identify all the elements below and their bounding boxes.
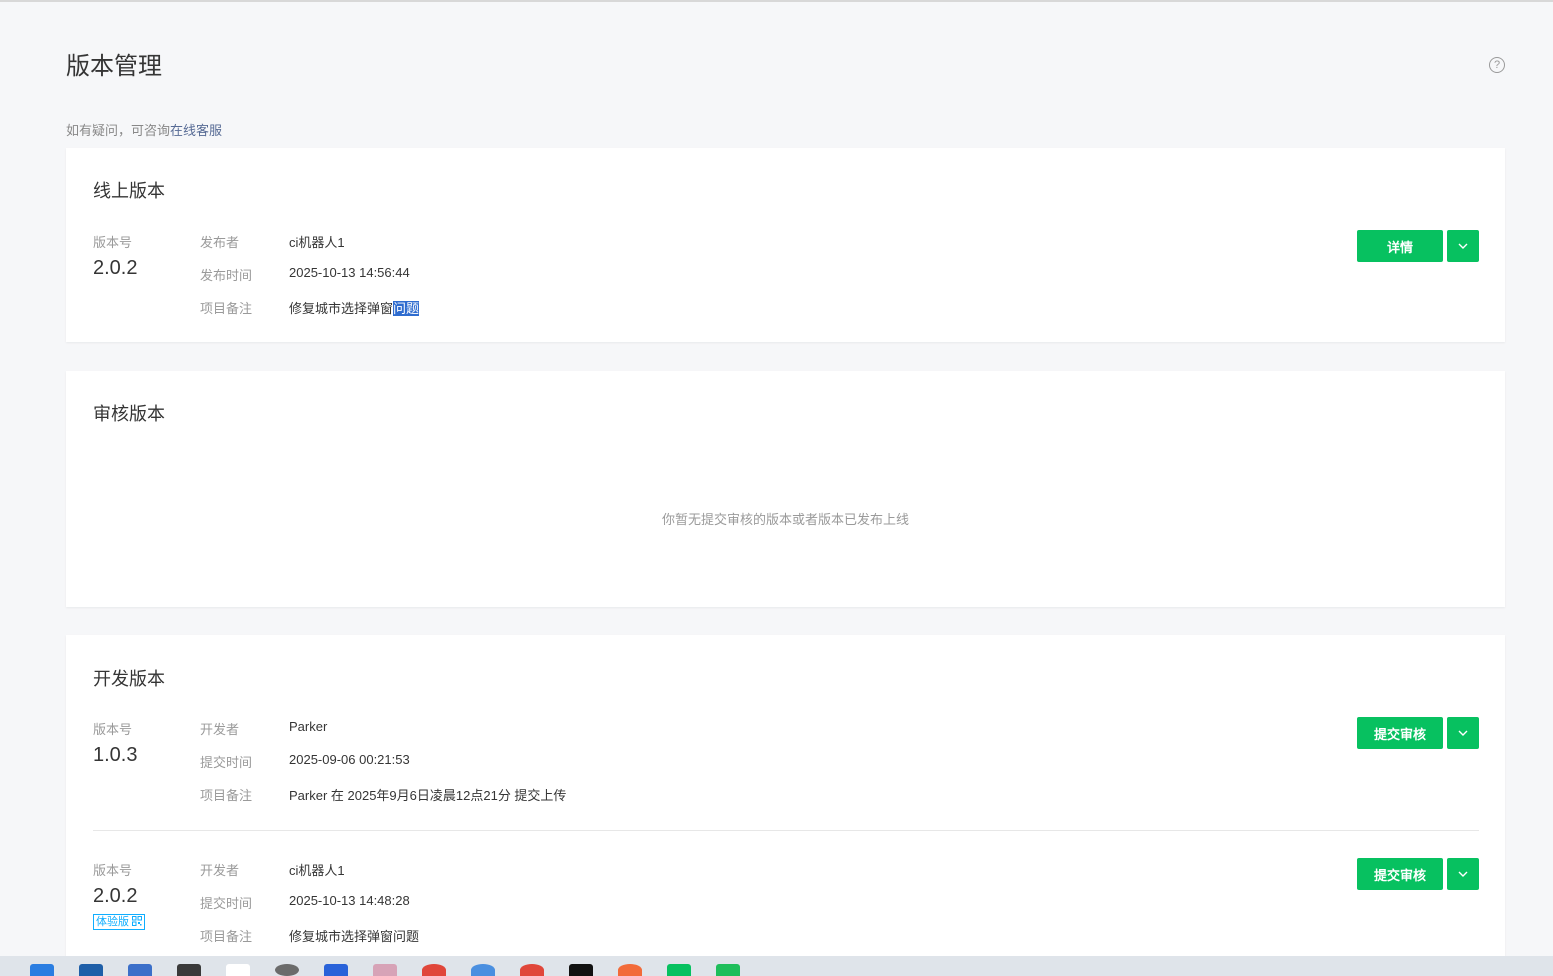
dev-version-card: 开发版本 版本号 1.0.3 开发者 Parker 提交时间 2025-09-0… <box>66 635 1505 976</box>
remark-value: 修复城市选择弹窗问题 <box>289 929 420 944</box>
developer-value: Parker <box>289 719 328 734</box>
publish-time-label: 发布时间 <box>200 268 253 283</box>
dev-version-title: 开发版本 <box>93 669 165 689</box>
remark-text: 修复城市选择弹窗 <box>289 301 394 316</box>
app-orange-icon[interactable] <box>618 964 642 976</box>
submit-review-button[interactable]: 提交审核 <box>1357 717 1443 749</box>
online-version-title: 线上版本 <box>93 181 165 201</box>
chevron-down-icon <box>1458 730 1468 736</box>
mail-icon[interactable] <box>79 964 103 976</box>
settings-icon[interactable] <box>275 964 299 976</box>
more-actions-button[interactable] <box>1447 717 1479 749</box>
qrcode-icon <box>132 916 143 926</box>
details-button[interactable]: 详情 <box>1357 230 1443 262</box>
version-label: 版本号 <box>93 235 133 250</box>
hint-prefix: 如有疑问，可咨询 <box>66 123 171 138</box>
store-icon[interactable] <box>226 964 250 976</box>
more-actions-button[interactable] <box>1447 858 1479 890</box>
app-icon[interactable] <box>177 964 201 976</box>
edge-icon[interactable] <box>30 964 54 976</box>
row-divider <box>93 830 1479 831</box>
online-support-link[interactable]: 在线客服 <box>170 123 222 138</box>
remark-value: Parker 在 2025年9月6日凌晨12点21分 提交上传 <box>289 788 567 803</box>
search-icon[interactable] <box>471 964 495 976</box>
git-icon[interactable] <box>373 964 397 976</box>
submit-time-label: 提交时间 <box>200 755 253 770</box>
chrome-icon[interactable] <box>422 964 446 976</box>
outlook-icon[interactable] <box>324 964 348 976</box>
trial-version-tag[interactable]: 体验版 <box>93 914 146 930</box>
chevron-down-icon <box>1458 871 1468 877</box>
chevron-down-icon <box>1458 243 1468 249</box>
app-green-icon[interactable] <box>716 964 740 976</box>
submit-time-label: 提交时间 <box>200 896 253 911</box>
submit-time-value: 2025-09-06 00:21:53 <box>289 752 410 767</box>
submit-time-value: 2025-10-13 14:48:28 <box>289 893 410 908</box>
remark-label: 项目备注 <box>200 301 253 316</box>
review-version-card: 审核版本 你暂无提交审核的版本或者版本已发布上线 <box>66 371 1505 607</box>
remark-value: 修复城市选择弹窗问题 <box>289 298 420 317</box>
version-label: 版本号 <box>93 863 133 878</box>
help-icon[interactable]: ? <box>1489 57 1505 73</box>
review-version-title: 审核版本 <box>93 404 165 424</box>
version-number: 2.0.2 <box>93 257 138 279</box>
remark-selected-text: 问题 <box>393 301 420 316</box>
chrome-alt-icon[interactable] <box>520 964 544 976</box>
developer-label: 开发者 <box>200 863 240 878</box>
tiktok-icon[interactable] <box>569 964 593 976</box>
remark-label: 项目备注 <box>200 929 253 944</box>
more-actions-button[interactable] <box>1447 230 1479 262</box>
version-label: 版本号 <box>93 722 133 737</box>
hint-text: 如有疑问，可咨询在线客服 <box>66 120 222 139</box>
trial-version-label: 体验版 <box>96 916 129 928</box>
review-empty-text: 你暂无提交审核的版本或者版本已发布上线 <box>661 512 909 527</box>
page-title: 版本管理 <box>66 53 162 80</box>
version-number: 2.0.2 <box>93 885 138 907</box>
remark-label: 项目备注 <box>200 788 253 803</box>
developer-label: 开发者 <box>200 722 240 737</box>
publisher-value: ci机器人1 <box>289 235 345 250</box>
publisher-label: 发布者 <box>200 235 240 250</box>
version-number: 1.0.3 <box>93 744 138 766</box>
submit-review-button[interactable]: 提交审核 <box>1357 858 1443 890</box>
wechat-icon[interactable] <box>667 964 691 976</box>
online-version-card: 线上版本 版本号 2.0.2 发布者 ci机器人1 发布时间 2025-10-1… <box>66 148 1505 342</box>
publish-time-value: 2025-10-13 14:56:44 <box>289 265 410 280</box>
developer-value: ci机器人1 <box>289 863 345 878</box>
taskbar <box>0 956 1553 976</box>
window-top-border <box>0 0 1553 2</box>
wps-icon[interactable] <box>128 964 152 976</box>
